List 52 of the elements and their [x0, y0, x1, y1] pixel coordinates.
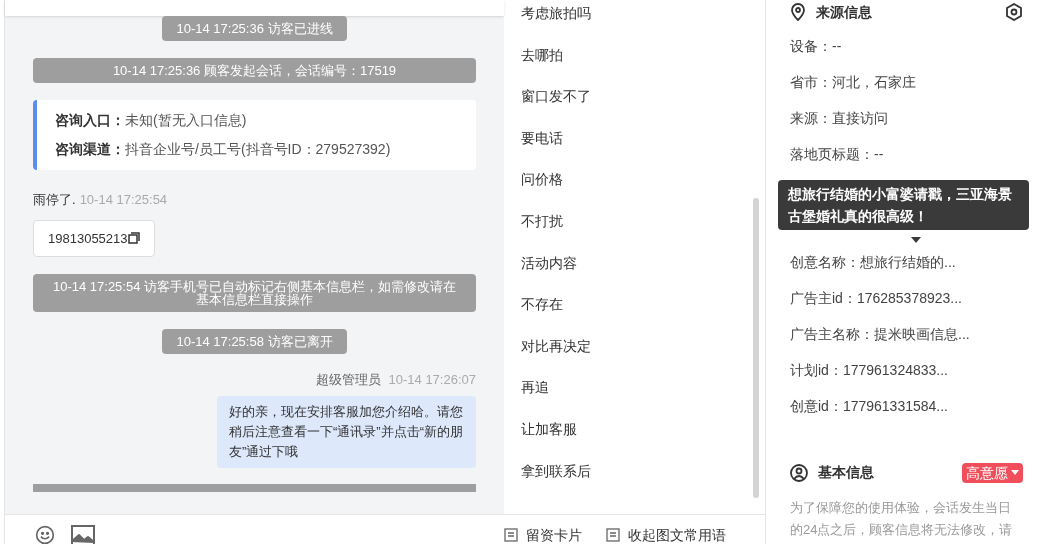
quick-reply-item[interactable]: 问价格: [521, 170, 765, 212]
emoji-icon[interactable]: [33, 525, 57, 544]
image-icon[interactable]: [71, 525, 95, 544]
user-icon: [790, 463, 808, 482]
field-value: 未知(暂无入口信息): [125, 111, 247, 130]
phone-number: 19813055213: [48, 229, 128, 248]
system-notice: 10-14 17:25:36 顾客发起会话，会话编号：17519: [33, 58, 476, 83]
quick-reply-item[interactable]: 不打扰: [521, 211, 765, 254]
message-time: 10-14 17:26:07: [388, 371, 476, 389]
copy-icon[interactable]: [127, 232, 140, 245]
location-pin-icon: [790, 3, 806, 21]
system-notice: 10-14 17:25:36 访客已进线: [162, 16, 347, 41]
quick-reply-item[interactable]: 要电话: [521, 128, 765, 171]
quick-reply-item[interactable]: 再追: [521, 378, 765, 420]
quick-reply-item[interactable]: 不存在: [521, 295, 765, 337]
quick-reply-item[interactable]: 对比再决定: [521, 336, 765, 379]
notice-text: 为了保障您的使用体验，会话发生当日的24点之后，顾客信息将无法修改，请: [790, 499, 1014, 539]
visitor-message: 雨停了.: [33, 191, 76, 209]
caret-icon: [1011, 470, 1019, 475]
agent-message: 好的亲，现在安排客服加您介绍哈。请您稍后注意查看一下“通讯录”并点击“新的朋友”通过下哦: [217, 395, 476, 468]
field-value: 抖音企业号/员工号(抖音号ID：279527392): [125, 140, 391, 159]
intent-dropdown[interactable]: 高意愿: [962, 462, 1023, 483]
quick-reply-item[interactable]: 考虑旅拍吗: [521, 4, 765, 46]
source-field: 省市：河北，石家庄: [790, 64, 1023, 100]
sender-name: 超级管理员: [315, 371, 381, 389]
quick-reply-item[interactable]: 拿到联系后: [521, 461, 765, 504]
field-label: 咨询渠道：: [55, 140, 125, 159]
message-time: 10-14 17:25:54: [79, 191, 168, 209]
quick-reply-item[interactable]: 去哪拍: [521, 45, 765, 88]
system-notice: 10-14 17:25:58 访客已离开: [162, 329, 347, 354]
system-notice: 10-14 17:25:54 访客手机号已自动标记右侧基本信息栏，如需修改请在基本信息栏直接操作: [33, 274, 476, 312]
quick-reply-item[interactable]: 窗口发不了: [521, 87, 765, 129]
source-field: 广告主id：176285378923...: [790, 280, 1023, 316]
source-field: 落地页标题：--: [790, 136, 1023, 172]
quick-reply-item[interactable]: 活动内容: [521, 253, 765, 296]
settings-icon[interactable]: [1005, 3, 1023, 21]
quick-reply-item[interactable]: 让加客服: [521, 419, 765, 462]
lead-card-button[interactable]: 留资卡片: [504, 527, 582, 543]
source-field: 来源：直接访问: [790, 100, 1023, 136]
field-label: 咨询入口：: [55, 111, 125, 130]
tooltip: 想旅行结婚的小富婆请戳，三亚海景古堡婚礼真的很高级！: [778, 180, 1029, 230]
section-title: 基本信息: [818, 463, 874, 482]
scrollbar[interactable]: [753, 198, 759, 498]
section-title: 来源信息: [816, 2, 872, 22]
source-field: 创意名称：想旅行结婚的...: [790, 244, 1023, 280]
document-icon: [504, 528, 518, 542]
document-icon: [606, 528, 620, 542]
source-field: 设备：--: [790, 28, 1023, 64]
source-field: 计划id：177961324833...: [790, 352, 1023, 388]
source-field: 创意id：177961331584...: [790, 388, 1023, 424]
collapse-replies-button[interactable]: 收起图文常用语: [606, 527, 726, 543]
source-field: 广告主名称：提米映画信息...: [790, 316, 1023, 352]
